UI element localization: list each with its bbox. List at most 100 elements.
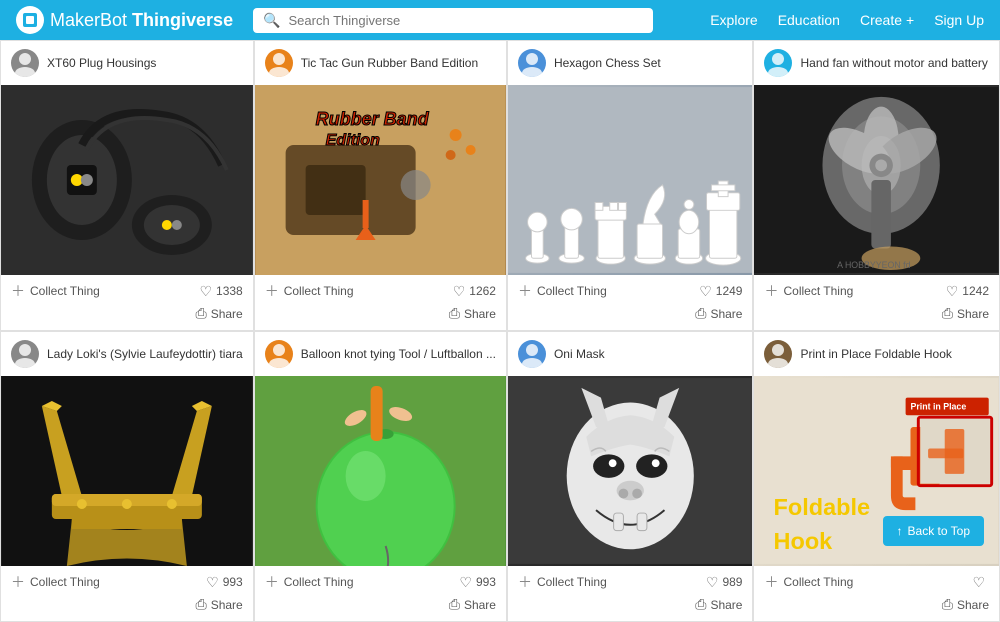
plus-icon: ＋ xyxy=(265,281,279,301)
nav-education[interactable]: Education xyxy=(778,12,840,28)
like-count: ♡ 1249 xyxy=(699,283,742,300)
collect-button[interactable]: ＋ Collect Thing xyxy=(265,572,354,592)
share-button[interactable]: ⎙ Share xyxy=(195,305,242,322)
collect-button[interactable]: ＋ Collect Thing xyxy=(518,572,607,592)
like-count: ♡ 993 xyxy=(459,574,496,591)
like-count: ♡ xyxy=(972,574,989,591)
share-label: Share xyxy=(710,598,742,612)
share-button[interactable]: ⎙ Share xyxy=(695,596,742,613)
count-value: 1249 xyxy=(716,284,743,298)
card-footer: ⎙ Share xyxy=(1,305,253,330)
card-title: Lady Loki's (Sylvie Laufeydottir) tiara xyxy=(47,347,243,361)
like-count: ♡ 993 xyxy=(206,574,243,591)
svg-text:Foldable: Foldable xyxy=(774,494,871,520)
collect-button[interactable]: ＋ Collect Thing xyxy=(764,572,853,592)
collect-button[interactable]: ＋ Collect Thing xyxy=(11,281,100,301)
avatar xyxy=(11,340,39,368)
share-icon: ⎙ xyxy=(695,305,706,322)
count-value: 1262 xyxy=(469,284,496,298)
card-actions: ＋ Collect Thing ♡ xyxy=(754,566,999,596)
card-actions: ＋ Collect Thing ♡ 1249 xyxy=(508,275,753,305)
card-xt60: XT60 Plug Housings ＋ Collect Thing ♡ 13 xyxy=(0,40,254,331)
card-footer: ⎙ Share xyxy=(754,305,999,330)
like-share-group: ♡ 1262 xyxy=(453,283,496,300)
card-actions: ＋ Collect Thing ♡ 993 xyxy=(255,566,506,596)
share-label: Share xyxy=(957,598,989,612)
card-actions: ＋ Collect Thing ♡ 993 xyxy=(1,566,253,596)
share-button[interactable]: ⎙ Share xyxy=(449,596,496,613)
share-button[interactable]: ⎙ Share xyxy=(195,596,242,613)
card-title: Oni Mask xyxy=(554,347,605,361)
card-footer: ⎙ Share xyxy=(1,596,253,621)
card-rubber: Tic Tac Gun Rubber Band Edition Rubber B… xyxy=(254,40,507,331)
share-label: Share xyxy=(464,598,496,612)
plus-icon: ＋ xyxy=(764,572,778,592)
share-label: Share xyxy=(211,307,243,321)
collect-label: Collect Thing xyxy=(30,284,100,298)
share-icon: ⎙ xyxy=(942,305,953,322)
card-header: XT60 Plug Housings xyxy=(1,41,253,85)
card-image[interactable]: Rubber Band Edition xyxy=(255,85,506,275)
collect-label: Collect Thing xyxy=(783,575,853,589)
collect-label: Collect Thing xyxy=(537,284,607,298)
share-button[interactable]: ⎙ Share xyxy=(449,305,496,322)
card-header: Tic Tac Gun Rubber Band Edition xyxy=(255,41,506,85)
logo[interactable]: MakerBot Thingiverse xyxy=(16,6,233,34)
search-bar[interactable]: 🔍 xyxy=(253,8,653,33)
card-image[interactable] xyxy=(1,376,253,566)
avatar xyxy=(764,340,792,368)
card-header: Lady Loki's (Sylvie Laufeydottir) tiara xyxy=(1,332,253,376)
collect-label: Collect Thing xyxy=(783,284,853,298)
card-footer: ⎙ Share xyxy=(255,305,506,330)
share-label: Share xyxy=(464,307,496,321)
card-header: Print in Place Foldable Hook xyxy=(754,332,999,376)
heart-icon: ♡ xyxy=(972,574,985,591)
count-value: 993 xyxy=(476,575,496,589)
heart-icon: ♡ xyxy=(453,283,466,300)
card-image[interactable] xyxy=(255,376,506,566)
share-label: Share xyxy=(211,598,243,612)
collect-button[interactable]: ＋ Collect Thing xyxy=(11,572,100,592)
nav-explore[interactable]: Explore xyxy=(710,12,757,28)
search-icon: 🔍 xyxy=(263,12,280,29)
card-footer: ⎙ Share xyxy=(508,596,753,621)
card-title: Hand fan without motor and battery xyxy=(800,56,987,70)
nav-create[interactable]: Create + xyxy=(860,12,914,28)
card-image[interactable] xyxy=(508,376,753,566)
card-fan: Hand fan without motor and battery A HOB… xyxy=(753,40,1000,331)
card-image[interactable]: A HOBBYYEON fd xyxy=(754,85,999,275)
heart-icon: ♡ xyxy=(459,574,472,591)
share-button[interactable]: ⎙ Share xyxy=(942,596,989,613)
card-title: XT60 Plug Housings xyxy=(47,56,156,70)
plus-icon: ＋ xyxy=(265,572,279,592)
like-count: ♡ 1338 xyxy=(199,283,242,300)
card-image[interactable] xyxy=(508,85,753,275)
like-share-group: ♡ 1242 xyxy=(946,283,989,300)
card-footer: ⎙ Share xyxy=(508,305,753,330)
card-title: Print in Place Foldable Hook xyxy=(800,347,951,361)
card-footer: ⎙ Share xyxy=(255,596,506,621)
card-hook: Print in Place Foldable Hook Foldable Ho… xyxy=(753,331,1000,622)
card-title: Balloon knot tying Tool / Luftballon ... xyxy=(301,347,496,361)
share-icon: ⎙ xyxy=(449,596,460,613)
share-button[interactable]: ⎙ Share xyxy=(942,305,989,322)
avatar xyxy=(764,49,792,77)
share-button[interactable]: ⎙ Share xyxy=(695,305,742,322)
like-share-group: ♡ 993 xyxy=(459,574,496,591)
count-value: 989 xyxy=(722,575,742,589)
like-count: ♡ 989 xyxy=(706,574,743,591)
share-icon: ⎙ xyxy=(695,596,706,613)
heart-icon: ♡ xyxy=(199,283,212,300)
nav-signup[interactable]: Sign Up xyxy=(934,12,984,28)
back-to-top-button[interactable]: ↑ Back to Top xyxy=(883,516,984,546)
svg-text:A HOBBYYEON fd: A HOBBYYEON fd xyxy=(838,260,911,270)
plus-icon: ＋ xyxy=(11,281,25,301)
collect-button[interactable]: ＋ Collect Thing xyxy=(764,281,853,301)
like-count: ♡ 1262 xyxy=(453,283,496,300)
header: MakerBot Thingiverse 🔍 Explore Education… xyxy=(0,0,1000,40)
collect-button[interactable]: ＋ Collect Thing xyxy=(518,281,607,301)
card-image[interactable] xyxy=(1,85,253,275)
collect-button[interactable]: ＋ Collect Thing xyxy=(265,281,354,301)
search-input[interactable] xyxy=(289,13,644,28)
count-value: 1338 xyxy=(216,284,243,298)
